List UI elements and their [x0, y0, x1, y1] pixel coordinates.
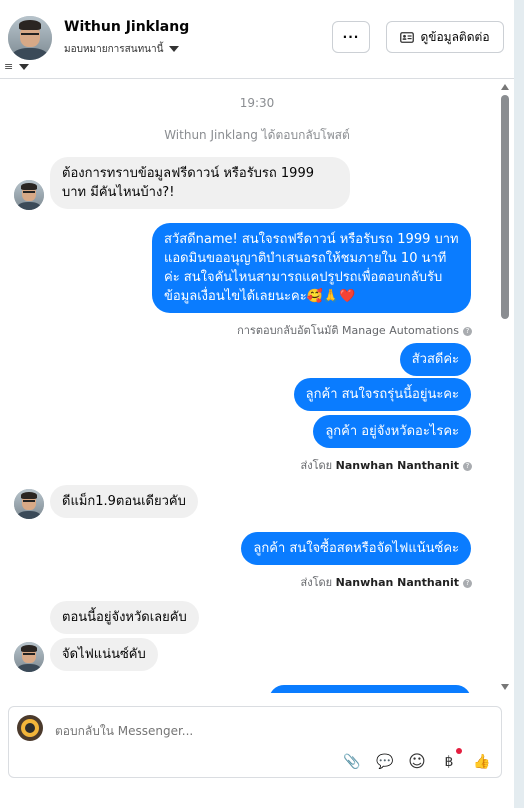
sent-by-note: ส่งโดย Nanwhan Nanthanit?: [301, 573, 472, 591]
view-contact-button[interactable]: ดูข้อมูลติดต่อ: [386, 21, 504, 53]
automation-note: การตอบกลับอัตโนมัติ Manage Automations?: [237, 321, 472, 339]
more-options-button[interactable]: ···: [332, 21, 370, 53]
sender-name: Nanwhan Nanthanit: [335, 459, 459, 472]
page-avatar: [17, 715, 43, 741]
outgoing-message[interactable]: ลูกค้า สนใจซื้อสดหรือจัดไฟแน้นซ์คะ: [241, 532, 471, 565]
filter-dropdown[interactable]: ≡: [4, 60, 30, 73]
automation-note-text: การตอบกลับอัตโนมัติ Manage Automations: [237, 324, 459, 337]
contact-avatar-small: [14, 180, 44, 210]
outgoing-message[interactable]: ลูกค้า อยู่จังหวัดอะไรคะ: [313, 415, 471, 448]
contact-avatar[interactable]: [8, 16, 52, 60]
scroll-down-arrow-icon[interactable]: [501, 684, 509, 690]
like-icon[interactable]: 👍: [473, 753, 491, 771]
notification-dot: [456, 748, 462, 754]
contact-avatar-small: [14, 642, 44, 672]
attach-icon[interactable]: 📎: [343, 753, 361, 771]
incoming-message[interactable]: ต้องการทราบข้อมูลฟรีดาวน์ หรือรับรถ 1999…: [50, 157, 350, 209]
message-timestamp: 19:30: [239, 96, 275, 110]
outgoing-message[interactable]: สวัสดีname! สนใจรถฟรีดาวน์ หรือรับรถ 199…: [152, 223, 471, 313]
assign-label: มอบหมายการสนทนานี้: [64, 44, 164, 55]
view-contact-label: ดูข้อมูลติดต่อ: [420, 29, 490, 44]
incoming-message[interactable]: ดีแม็ก1.9ตอนเดียวคับ: [50, 485, 198, 518]
info-icon[interactable]: ?: [463, 578, 472, 588]
contact-card-icon: [400, 31, 415, 43]
outgoing-message[interactable]: สัวสดีค่ะ: [399, 343, 471, 376]
sent-by-note: ส่งโดย Nanwhan Nanthanit?: [301, 456, 472, 474]
chevron-down-icon: [19, 64, 30, 70]
info-icon[interactable]: ?: [463, 326, 472, 336]
incoming-message[interactable]: ตอนนี้อยู่จังหวัดเลยคับ: [50, 601, 199, 634]
message-thread[interactable]: 19:30 Withun Jinklang ได้ตอบกลับโพสต์ ต้…: [0, 79, 514, 693]
reply-composer: 📎 💬 ☺ ฿ 👍: [8, 706, 502, 778]
sliders-icon: ≡: [4, 60, 14, 73]
sender-name: Nanwhan Nanthanit: [335, 576, 459, 589]
scroll-up-arrow-icon[interactable]: [501, 84, 509, 90]
emoji-icon[interactable]: ☺: [408, 753, 426, 771]
reply-input[interactable]: [53, 723, 457, 739]
payment-icon[interactable]: ฿: [440, 753, 458, 771]
outgoing-message[interactable]: ลูกค้า สนใจรถรุ่นนี้อยู่นะคะ: [293, 378, 471, 411]
incoming-message[interactable]: จัดไฟแน่นซ์คับ: [50, 638, 158, 671]
info-icon[interactable]: ?: [463, 461, 472, 471]
contact-avatar-small: [14, 489, 44, 519]
chevron-down-icon: [169, 46, 180, 52]
reply-notice: Withun Jinklang ได้ตอบกลับโพสต์: [164, 128, 350, 142]
saved-reply-icon[interactable]: 💬: [376, 753, 394, 771]
sent-by-prefix: ส่งโดย: [300, 576, 333, 589]
outgoing-message-partial[interactable]: [269, 685, 471, 693]
chat-panel: Withun Jinklang มอบหมายการสนทนานี้ ≡ ···…: [0, 0, 514, 808]
assign-conversation-dropdown[interactable]: มอบหมายการสนทนานี้: [64, 42, 180, 57]
contact-name[interactable]: Withun Jinklang: [64, 19, 189, 35]
scrollbar-thumb[interactable]: [501, 95, 509, 319]
conversation-header: Withun Jinklang มอบหมายการสนทนานี้ ≡ ···…: [0, 0, 514, 79]
sent-by-prefix: ส่งโดย: [300, 459, 333, 472]
